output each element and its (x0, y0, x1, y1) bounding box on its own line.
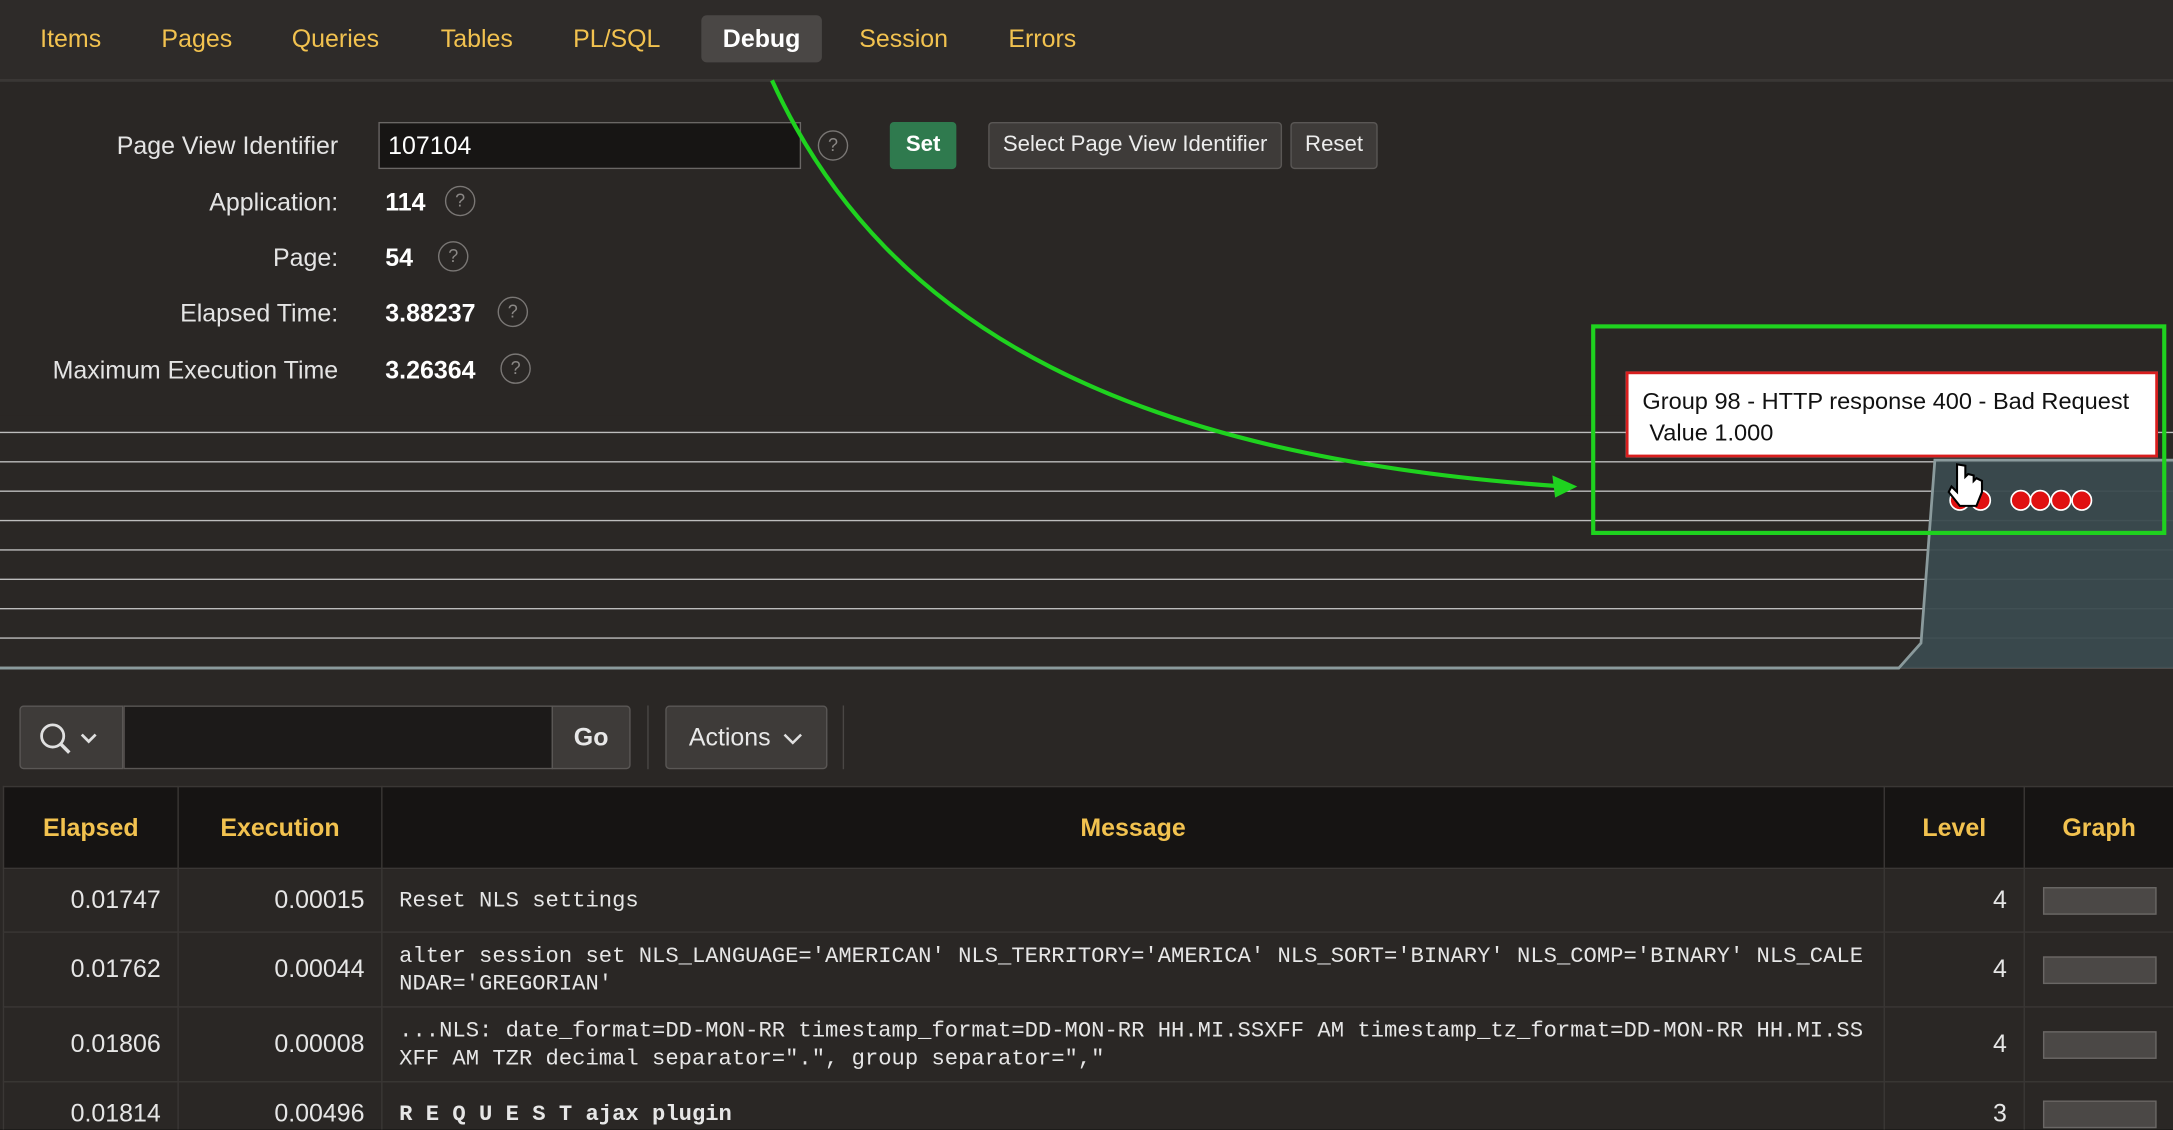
tab-tables[interactable]: Tables (421, 15, 532, 62)
search-column-button[interactable] (19, 705, 124, 770)
tab-debug[interactable]: Debug (701, 15, 822, 63)
execution-cell: 0.00496 (177, 1081, 383, 1130)
graph-bar (2042, 886, 2156, 915)
debug-window: Items Pages Queries Tables PL/SQL Debug … (0, 0, 2173, 1130)
table-row: 0.01806 0.00008 ...NLS: date_format=DD-M… (2, 1006, 2173, 1083)
graph-cell (2023, 1081, 2173, 1130)
elapsed-time-value: 3.88237 (385, 299, 476, 328)
elapsed-cell: 0.01806 (2, 1006, 179, 1083)
max-execution-time-label: Maximum Execution Time (52, 356, 339, 384)
tooltip-value: Value 1.000 (1649, 419, 1774, 447)
table-row: 0.01762 0.00044 alter session set NLS_LA… (2, 931, 2173, 1008)
tab-queries[interactable]: Queries (273, 15, 398, 62)
elapsed-cell: 0.01747 (2, 867, 179, 933)
max-execution-time-value: 3.26364 (385, 356, 476, 384)
help-icon[interactable]: ? (437, 241, 469, 272)
tab-session[interactable]: Session (843, 15, 965, 62)
column-header-graph[interactable]: Graph (2023, 785, 2173, 870)
tab-bar: Items Pages Queries Tables PL/SQL Debug … (0, 0, 2173, 82)
graph-bar (2042, 1030, 2156, 1059)
column-header-execution[interactable]: Execution (177, 785, 383, 870)
tab-plsql[interactable]: PL/SQL (554, 15, 679, 62)
level-cell: 4 (1883, 1006, 2025, 1083)
column-header-message[interactable]: Message (381, 785, 1885, 870)
help-icon[interactable]: ? (497, 296, 529, 328)
message-cell: alter session set NLS_LANGUAGE='AMERICAN… (381, 931, 1885, 1008)
search-icon (40, 723, 97, 754)
message-cell: R E Q U E S T ajax plugin (381, 1081, 1885, 1130)
help-icon[interactable]: ? (500, 353, 531, 384)
chevron-down-icon (783, 733, 803, 745)
debug-report-table: Elapsed Execution Message Level Graph 0.… (2, 785, 2173, 1130)
help-icon[interactable]: ? (817, 130, 849, 161)
actions-label: Actions (688, 723, 771, 752)
actions-menu-button[interactable]: Actions (665, 705, 828, 770)
set-button[interactable]: Set (889, 121, 957, 170)
elapsed-cell: 0.01762 (2, 931, 179, 1008)
toolbar-divider (647, 705, 649, 770)
table-row: 0.01814 0.00496 R E Q U E S T ajax plugi… (2, 1081, 2173, 1130)
column-header-elapsed[interactable]: Elapsed (2, 785, 179, 870)
column-header-level[interactable]: Level (1883, 785, 2025, 870)
reset-button[interactable]: Reset (1290, 121, 1378, 170)
execution-cell: 0.00008 (177, 1006, 383, 1083)
execution-cell: 0.00015 (177, 867, 383, 933)
graph-bar (2042, 955, 2156, 984)
tab-items[interactable]: Items (19, 15, 122, 62)
level-cell: 4 (1883, 931, 2025, 1008)
help-icon[interactable]: ? (444, 185, 476, 217)
application-label: Application: (209, 188, 339, 217)
tab-errors[interactable]: Errors (990, 15, 1095, 62)
message-cell: Reset NLS settings (381, 867, 1885, 933)
graph-bar (2042, 1099, 2156, 1128)
page-value: 54 (385, 243, 414, 272)
elapsed-time-label: Elapsed Time: (180, 299, 339, 328)
level-cell: 3 (1883, 1081, 2025, 1130)
level-cell: 4 (1883, 867, 2025, 933)
execution-cell: 0.00044 (177, 931, 383, 1008)
toolbar-divider (842, 705, 845, 770)
tooltip-title: Group 98 - HTTP response 400 - Bad Reque… (1642, 388, 2130, 415)
page-view-identifier-label: Page View Identifier (116, 131, 339, 160)
tab-pages[interactable]: Pages (144, 15, 249, 62)
graph-cell (2023, 867, 2173, 933)
message-cell: ...NLS: date_format=DD-MON-RR timestamp_… (381, 1006, 1885, 1083)
search-input[interactable] (123, 705, 554, 770)
elapsed-cell: 0.01814 (2, 1081, 179, 1130)
page-label: Page: (272, 243, 339, 272)
select-page-view-identifier-button[interactable]: Select Page View Identifier (988, 121, 1283, 170)
application-value: 114 (385, 188, 426, 217)
chart-tooltip: Group 98 - HTTP response 400 - Bad Reque… (1625, 371, 2159, 458)
table-header-row: Elapsed Execution Message Level Graph (2, 785, 2173, 870)
go-button[interactable]: Go (551, 705, 631, 770)
graph-cell (2023, 931, 2173, 1008)
page-view-identifier-input[interactable] (378, 121, 802, 170)
table-row: 0.01747 0.00015 Reset NLS settings 4 (2, 867, 2173, 933)
graph-cell (2023, 1006, 2173, 1083)
